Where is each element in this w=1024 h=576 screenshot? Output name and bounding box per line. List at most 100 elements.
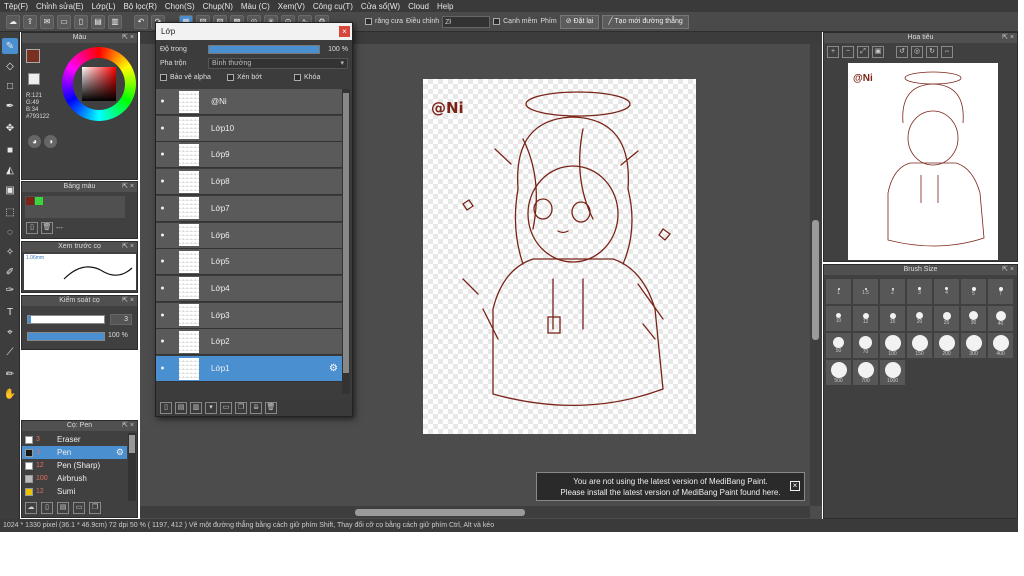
brush-size-cell[interactable]: 150 [907, 333, 932, 358]
brush-cloud-icon[interactable]: ☁ [25, 502, 37, 514]
brush-size-slider[interactable] [27, 315, 105, 324]
layer-window-titlebar[interactable]: Lớp × [156, 23, 352, 40]
vertical-scroll-thumb[interactable] [812, 220, 819, 340]
brush-item[interactable]: 12 Sumi [22, 485, 127, 498]
duplicate-layer-icon[interactable]: ❐ [235, 401, 247, 414]
menu-item[interactable]: Màu (C) [241, 2, 270, 11]
menu-item[interactable]: Cửa sổ(W) [361, 2, 400, 11]
palette-icon[interactable]: ◕ [28, 135, 41, 148]
brush-size-cell[interactable]: 10 [826, 306, 851, 331]
panel-controls-icon[interactable]: ⇱ × [122, 421, 134, 431]
fit-window-icon[interactable]: ⤢ [857, 46, 869, 58]
visibility-icon[interactable]: ● [156, 98, 169, 105]
lock-checkbox[interactable] [294, 73, 301, 81]
layer-row[interactable]: ● Lớp10 [156, 115, 342, 142]
layer-row[interactable]: ● Lớp6 [156, 222, 342, 249]
actual-size-icon[interactable]: ▣ [872, 46, 884, 58]
visibility-icon[interactable]: ● [156, 312, 169, 319]
transparent-swatch[interactable] [28, 73, 40, 85]
brush-size-cell[interactable]: 100 [880, 333, 905, 358]
visibility-icon[interactable]: ● [156, 205, 169, 212]
rotate-left-icon[interactable]: ↺ [896, 46, 908, 58]
brush-add-icon[interactable]: ▯ [41, 502, 53, 514]
navigator-preview[interactable]: @Ni [848, 63, 998, 260]
menu-item[interactable]: Công cụ(T) [313, 2, 353, 11]
visibility-icon[interactable]: ● [156, 125, 169, 132]
chat-icon[interactable]: ▭ [57, 14, 71, 29]
brush-size-cell[interactable]: 12 [853, 306, 878, 331]
palette-swatch-green[interactable] [35, 197, 43, 205]
upload-icon[interactable]: ⇪ [23, 14, 37, 29]
horizontal-scroll-thumb[interactable] [355, 509, 525, 516]
brush-size-value[interactable]: 3 [110, 314, 132, 325]
edge-checkbox[interactable] [493, 18, 501, 25]
panel-controls-icon[interactable]: ⇱ × [122, 242, 134, 252]
visibility-icon[interactable]: ● [156, 365, 169, 372]
visibility-icon[interactable]: ● [156, 151, 169, 158]
update-notification[interactable]: You are not using the latest version of … [536, 472, 805, 501]
layer-row[interactable]: ● @Ni [156, 89, 342, 115]
brush-size-cell[interactable]: 700 [853, 360, 878, 385]
brush-opacity-slider[interactable] [27, 332, 105, 341]
layer-row[interactable]: ● Lớp4 [156, 275, 342, 302]
divide-tool-icon[interactable]: ⟋ [2, 344, 18, 360]
menu-item[interactable]: Help [437, 2, 453, 11]
merge-layer-icon[interactable]: ⇊ [250, 401, 262, 414]
visibility-icon[interactable]: ● [156, 178, 169, 185]
dot-tool-icon[interactable]: □ [2, 78, 18, 94]
text-tool-icon[interactable]: T [2, 304, 18, 320]
select-pen-tool-icon[interactable]: ✐ [2, 264, 18, 280]
brush-size-cell[interactable]: 25 [934, 306, 959, 331]
lasso-tool-icon[interactable]: ◌ [2, 224, 18, 240]
brush-size-cell[interactable]: 3 [907, 279, 932, 304]
brush-size-cell[interactable]: 2 [880, 279, 905, 304]
brush-size-cell[interactable]: 5 [961, 279, 986, 304]
gear-icon[interactable]: ⚙ [116, 447, 124, 458]
brush-item[interactable]: 100 Airbrush [22, 472, 127, 485]
add-layer-menu-icon[interactable]: ▾ [205, 401, 217, 414]
brush-size-cell[interactable]: 70 [853, 333, 878, 358]
add-palette-color-icon[interactable]: ▯ [26, 222, 38, 234]
layer-row[interactable]: ● Lớp3 [156, 302, 342, 329]
layer-row[interactable]: ● Lớp7 [156, 195, 342, 222]
delete-palette-color-icon[interactable]: 🗑 [41, 222, 53, 234]
brush-size-cell[interactable]: 50 [826, 333, 851, 358]
brush-size-cell[interactable]: 1000 [880, 360, 905, 385]
menu-item[interactable]: Bộ lọc(R) [124, 2, 157, 11]
menu-item[interactable]: Chỉnh sửa(E) [36, 2, 84, 11]
move-tool-icon[interactable]: ✥ [2, 120, 18, 136]
add-folder-icon[interactable]: ▭ [220, 401, 232, 414]
brush-size-cell[interactable]: 200 [934, 333, 959, 358]
select-tool-icon[interactable]: ⬚ [2, 204, 18, 220]
new-line-button[interactable]: ╱ Tạo mới đường thẳng [602, 14, 689, 29]
pen-tool-icon[interactable]: ✒ [2, 98, 18, 114]
menu-item[interactable]: Tệp(F) [4, 2, 28, 11]
close-icon[interactable]: × [339, 26, 350, 37]
saturation-square[interactable] [82, 67, 116, 101]
add-halftone-layer-icon[interactable]: ▤ [175, 401, 187, 414]
select-eraser-tool-icon[interactable]: ✑ [2, 282, 18, 298]
add-8bit-layer-icon[interactable]: ▥ [190, 401, 202, 414]
fill-tool-icon[interactable]: ◭ [2, 162, 18, 178]
brush-size-cell[interactable]: 400 [988, 333, 1013, 358]
visibility-icon[interactable]: ● [156, 338, 169, 345]
brush-size-cell[interactable]: 20 [907, 306, 932, 331]
export-icon[interactable]: ▥ [108, 14, 122, 29]
brush-item[interactable]: 3 Pen ⚙ [22, 446, 127, 459]
eyedropper-tool-icon[interactable]: ✏ [2, 366, 18, 382]
delete-layer-icon[interactable]: 🗑 [265, 401, 277, 414]
undo-icon[interactable]: ↶ [134, 14, 148, 29]
palette-swatch-brown[interactable] [26, 197, 34, 205]
brush-tool-icon[interactable]: ✎ [2, 38, 18, 54]
hue-wheel[interactable] [62, 47, 136, 121]
add-layer-icon[interactable]: ▯ [160, 401, 172, 414]
blend-mode-select[interactable]: Bình thường ▾ [208, 57, 348, 69]
shape-tool-icon[interactable]: ■ [2, 142, 18, 158]
zoom-out-icon[interactable]: − [842, 46, 854, 58]
brush-size-cell[interactable]: 30 [961, 306, 986, 331]
new-file-icon[interactable]: ▯ [74, 14, 88, 29]
menu-item[interactable]: Chọn(S) [165, 2, 195, 11]
layer-opacity-slider[interactable] [208, 44, 320, 54]
brush-copy-icon[interactable]: ▤ [57, 502, 69, 514]
comment-icon[interactable]: ✉ [40, 14, 54, 29]
